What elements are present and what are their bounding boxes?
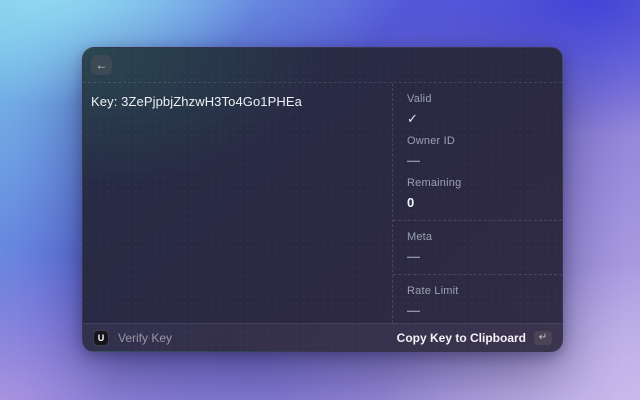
- field-valid-value-check-icon: ✓: [407, 111, 418, 126]
- field-valid-label: Valid: [407, 93, 432, 105]
- key-detail-area: Key: 3ZePjpbjZhzwH3To4Go1PHEa: [83, 83, 392, 323]
- back-arrow-icon: ←: [95, 58, 108, 72]
- field-meta-value: —: [407, 249, 420, 264]
- field-remaining-label: Remaining: [407, 177, 462, 189]
- footer-branding: U Verify Key: [93, 329, 173, 346]
- unkey-logo-icon: U: [93, 329, 109, 346]
- verify-key-window: ← Key: 3ZePjpbjZhzwH3To4Go1PHEa Valid ✓ …: [82, 47, 563, 352]
- field-remaining-value: 0: [407, 195, 415, 210]
- api-key-text: Key: 3ZePjpbjZhzwH3To4Go1PHEa: [91, 94, 303, 109]
- field-meta: Meta —: [407, 231, 548, 264]
- metadata-panel: Valid ✓ Owner ID — Remaining 0 Meta — Ra…: [392, 83, 562, 323]
- window-header: ←: [83, 48, 562, 83]
- metadata-section-rate-limit: Rate Limit —: [393, 275, 562, 328]
- field-rate-limit-label: Rate Limit: [407, 285, 459, 297]
- field-owner-id-value: —: [407, 153, 420, 168]
- window-body: Key: 3ZePjpbjZhzwH3To4Go1PHEa Valid ✓ Ow…: [83, 83, 562, 323]
- copy-key-to-clipboard-button[interactable]: Copy Key to Clipboard ↵: [396, 330, 552, 345]
- metadata-section-meta: Meta —: [393, 221, 562, 275]
- back-button[interactable]: ←: [91, 55, 112, 75]
- window-footer: U Verify Key Copy Key to Clipboard ↵: [83, 323, 562, 351]
- metadata-section-status: Valid ✓ Owner ID — Remaining 0: [393, 83, 562, 221]
- command-title: Verify Key: [118, 330, 173, 345]
- field-owner-id-label: Owner ID: [407, 135, 456, 147]
- field-remaining: Remaining 0: [407, 177, 548, 210]
- field-rate-limit-value: —: [407, 303, 420, 318]
- copy-key-label: Copy Key to Clipboard: [396, 330, 526, 345]
- field-valid: Valid ✓: [407, 93, 548, 126]
- field-meta-label: Meta: [407, 231, 433, 243]
- field-rate-limit: Rate Limit —: [407, 285, 548, 318]
- desktop-background: ← Key: 3ZePjpbjZhzwH3To4Go1PHEa Valid ✓ …: [0, 0, 640, 400]
- enter-key-icon: ↵: [534, 330, 552, 345]
- field-owner-id: Owner ID —: [407, 135, 548, 168]
